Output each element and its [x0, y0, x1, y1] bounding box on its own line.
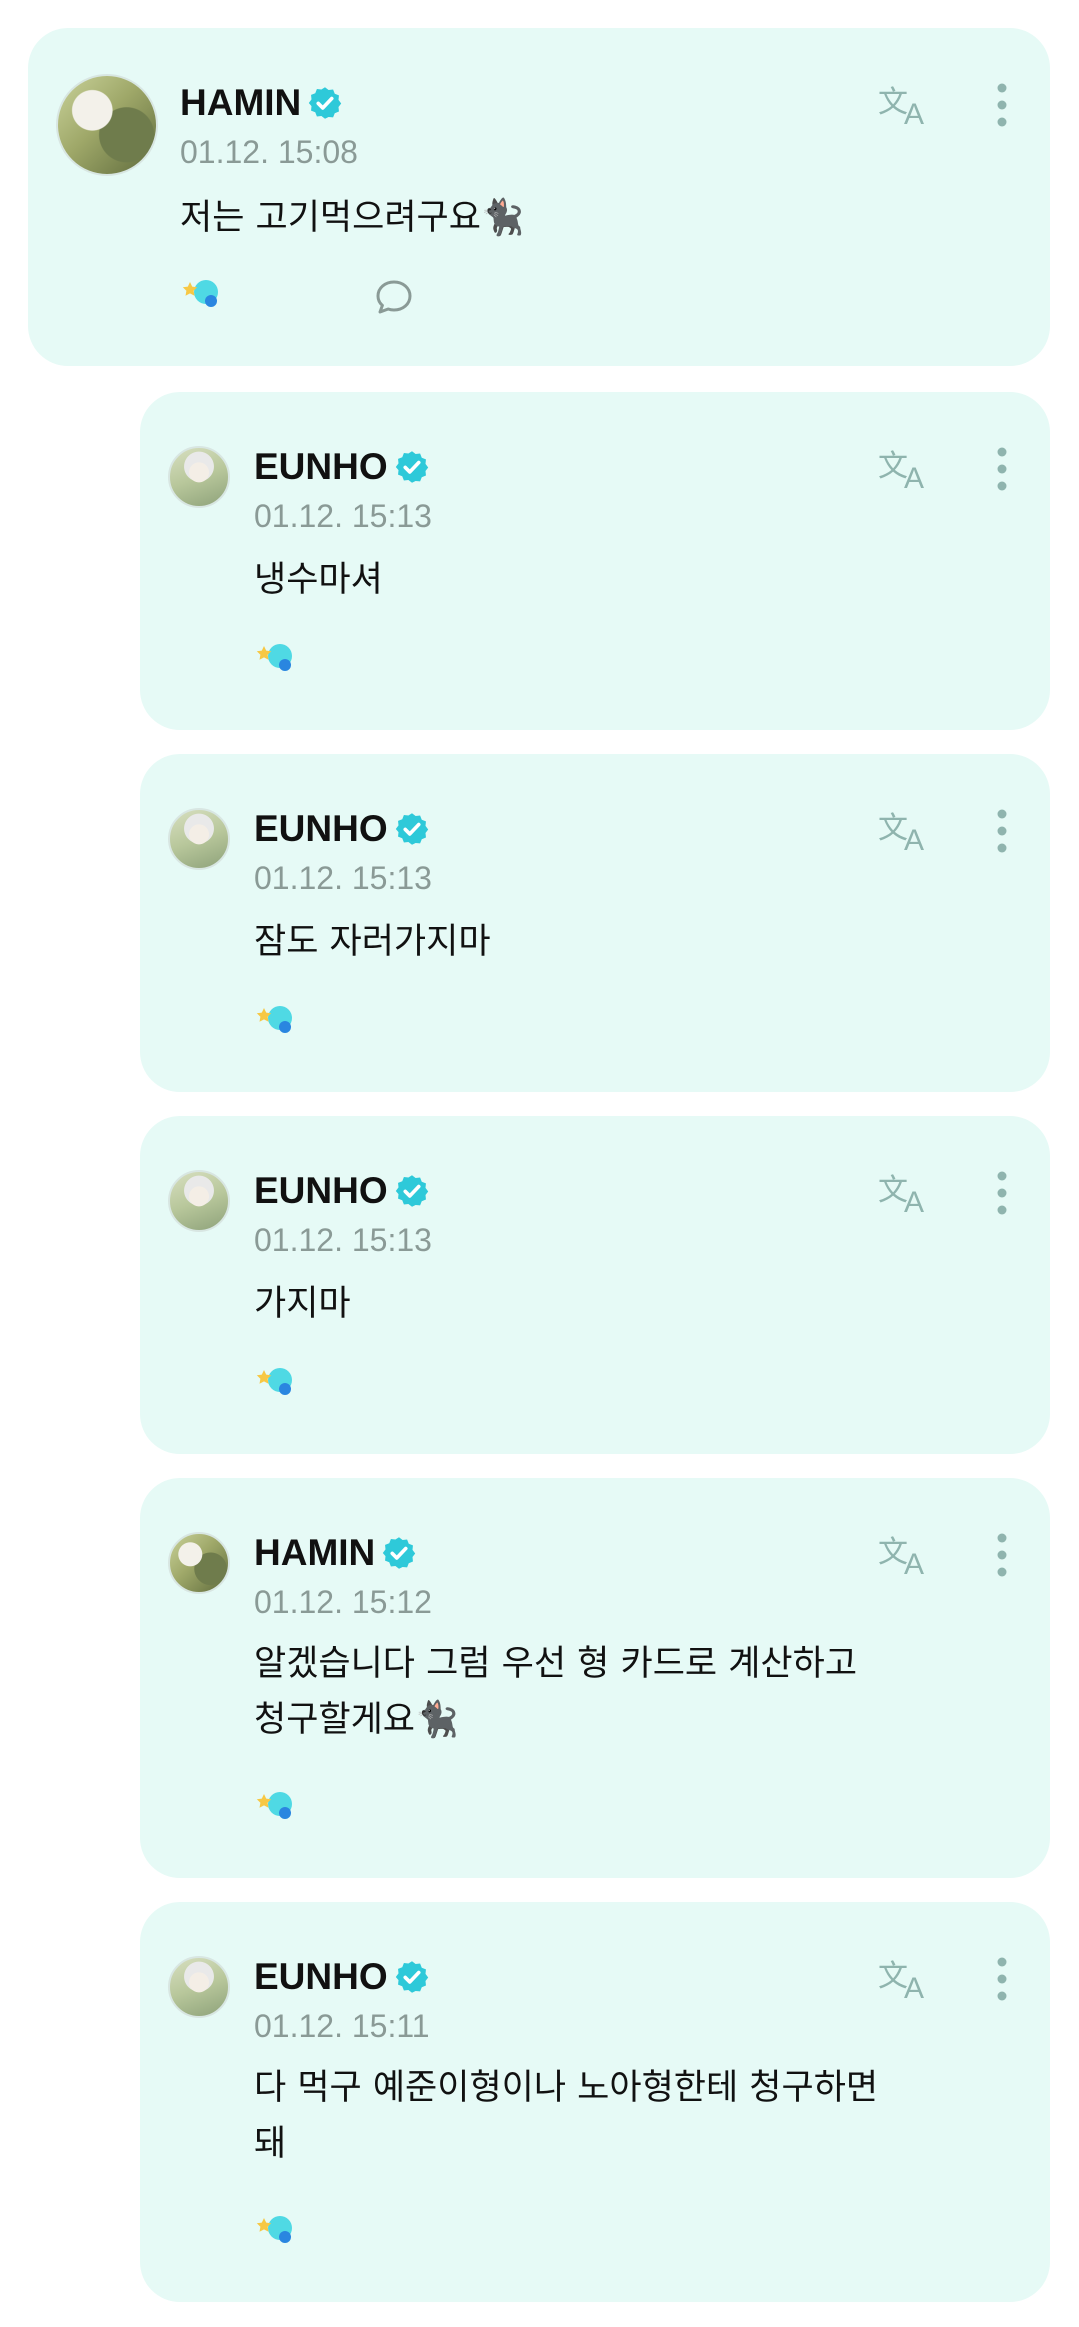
post-card-3[interactable]: EUNHO 01.12. 15:13 잠도 자러가지마 文 A — [140, 754, 1050, 1092]
author-label: HAMIN — [254, 1532, 376, 1573]
author-name: EUNHO — [254, 448, 430, 485]
more-vertical-icon[interactable] — [994, 80, 1010, 130]
avatar[interactable] — [56, 74, 158, 176]
reaction-icon[interactable] — [256, 640, 296, 676]
post-message: 냉수마셔 — [254, 560, 383, 600]
svg-text:A: A — [904, 462, 924, 494]
reaction-icon[interactable] — [256, 1788, 296, 1824]
author-label: EUNHO — [254, 1956, 388, 1997]
reaction-icon[interactable] — [256, 2212, 296, 2248]
author-label: EUNHO — [254, 446, 388, 487]
author-name: EUNHO — [254, 1172, 430, 1209]
verified-badge-icon — [309, 86, 342, 119]
more-vertical-icon[interactable] — [994, 444, 1010, 494]
comment-icon[interactable] — [374, 278, 414, 318]
svg-text:A: A — [904, 1972, 924, 2004]
translate-icon[interactable]: 文 A — [876, 444, 936, 494]
verified-badge-icon — [395, 1174, 428, 1207]
author-label: EUNHO — [254, 1170, 388, 1211]
post-message: 가지마 — [254, 1284, 351, 1324]
translate-icon[interactable]: 文 A — [876, 80, 936, 130]
translate-icon[interactable]: 文 A — [876, 806, 936, 856]
reaction-icon[interactable] — [256, 1364, 296, 1400]
svg-text:A: A — [904, 1186, 924, 1218]
verified-badge-icon — [395, 812, 428, 845]
translate-icon[interactable]: 文 A — [876, 1530, 936, 1580]
avatar[interactable] — [168, 1170, 230, 1232]
more-vertical-icon[interactable] — [994, 1954, 1010, 2004]
reaction-icon[interactable] — [182, 276, 222, 312]
avatar[interactable] — [168, 1956, 230, 2018]
post-timestamp: 01.12. 15:11 — [254, 2008, 430, 2044]
reaction-icon[interactable] — [256, 1002, 296, 1038]
verified-badge-icon — [383, 1536, 416, 1569]
translate-icon[interactable]: 文 A — [876, 1954, 936, 2004]
svg-text:A: A — [904, 1548, 924, 1580]
author-name: HAMIN — [254, 1534, 417, 1571]
translate-icon[interactable]: 文 A — [876, 1168, 936, 1218]
post-timestamp: 01.12. 15:08 — [180, 134, 358, 170]
author-label: EUNHO — [254, 808, 388, 849]
author-name: EUNHO — [254, 810, 430, 847]
more-vertical-icon[interactable] — [994, 1530, 1010, 1580]
post-card-4[interactable]: EUNHO 01.12. 15:13 가지마 文 A — [140, 1116, 1050, 1454]
post-timestamp: 01.12. 15:13 — [254, 1222, 432, 1258]
post-timestamp: 01.12. 15:12 — [254, 1584, 432, 1620]
avatar[interactable] — [168, 1532, 230, 1594]
post-card-6[interactable]: EUNHO 01.12. 15:11 다 먹구 예준이형이나 노아형한테 청구하… — [140, 1902, 1050, 2302]
post-message: 다 먹구 예준이형이나 노아형한테 청구하면 돼 — [254, 2068, 879, 2164]
verified-badge-icon — [395, 1960, 428, 1993]
more-vertical-icon[interactable] — [994, 806, 1010, 856]
post-card-5[interactable]: HAMIN 01.12. 15:12 알겠습니다 그럼 우선 형 카드로 계산하… — [140, 1478, 1050, 1878]
author-label: HAMIN — [180, 82, 302, 123]
post-card-2[interactable]: EUNHO 01.12. 15:13 냉수마셔 文 A — [140, 392, 1050, 730]
avatar[interactable] — [168, 808, 230, 870]
svg-text:A: A — [904, 98, 924, 130]
more-vertical-icon[interactable] — [994, 1168, 1010, 1218]
avatar[interactable] — [168, 446, 230, 508]
svg-text:A: A — [904, 824, 924, 856]
author-name: HAMIN — [180, 84, 343, 121]
post-message: 잠도 자러가지마 — [254, 922, 491, 962]
post-card-1[interactable]: HAMIN 01.12. 15:08 저는 고기먹으려구요🐈‍⬛ 文 A — [28, 28, 1050, 366]
post-timestamp: 01.12. 15:13 — [254, 860, 432, 896]
post-timestamp: 01.12. 15:13 — [254, 498, 432, 534]
post-message: 알겠습니다 그럼 우선 형 카드로 계산하고 청구할게요🐈‍⬛ — [254, 1644, 858, 1740]
verified-badge-icon — [395, 450, 428, 483]
post-message: 저는 고기먹으려구요🐈‍⬛ — [180, 198, 525, 238]
author-name: EUNHO — [254, 1958, 430, 1995]
